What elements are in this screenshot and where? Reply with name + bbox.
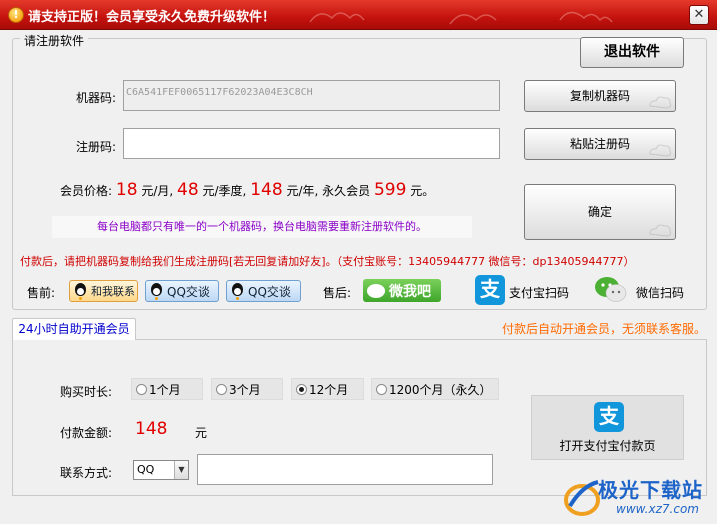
contact-method-label: 联系方式:	[60, 466, 113, 480]
qq-chat-button-2[interactable]: QQ交谈	[226, 280, 301, 302]
registration-code-label: 注册码:	[76, 140, 117, 154]
cloud-pattern-icon	[309, 11, 613, 25]
chevron-down-icon[interactable]: ▼	[174, 461, 188, 479]
amount-value: 148	[135, 419, 168, 439]
wechat-icon	[595, 277, 627, 302]
watermark-url: www.xz7.com	[616, 502, 699, 516]
radio-dot-selected	[296, 383, 307, 395]
contact-us-label: 和我联系	[91, 285, 135, 298]
price-quarter: 48	[177, 180, 199, 200]
tab-auto-open[interactable]: 24小时自助开通会员	[12, 318, 136, 340]
window-title: 请支持正版！会员享受永久免费升级软件！	[28, 10, 276, 25]
amount-label: 付款金额:	[60, 426, 113, 440]
qq-penguin-icon	[73, 283, 88, 299]
qq-chat-button-1[interactable]: QQ交谈	[145, 280, 219, 302]
radio-1200-month[interactable]: 1200个月（永久）	[371, 378, 499, 400]
radio-3-month[interactable]: 3个月	[211, 378, 283, 400]
duration-label: 购买时长:	[60, 385, 113, 399]
warning-icon: !	[8, 7, 24, 23]
aftersale-label: 售后:	[323, 286, 352, 300]
machine-code-label: 机器码:	[76, 91, 117, 105]
auto-open-note: 付款后自动开通会员，无须联系客服。	[502, 322, 707, 336]
radio-dot	[216, 383, 227, 395]
payment-instruction: 付款后，请把机器码复制给我们生成注册码[若无回复请加好友]。（支付宝账号：134…	[20, 255, 635, 268]
open-alipay-button[interactable]: 支 打开支付宝付款页	[531, 395, 684, 460]
confirm-label: 确定	[587, 205, 612, 219]
price-forever: 599	[373, 180, 407, 200]
wechat-icon	[367, 283, 385, 298]
contact-input[interactable]	[197, 454, 493, 485]
cloud-icon	[649, 144, 672, 157]
wechat-me-button[interactable]: 微我吧	[363, 279, 441, 302]
price-row: 会员价格: 18 元/月, 48 元/季度, 148 元/年, 永久会员 599…	[60, 180, 434, 200]
qq-chat-label-1: QQ交谈	[167, 284, 210, 299]
radio-3-month-label: 3个月	[229, 382, 261, 397]
qq-chat-label-2: QQ交谈	[248, 284, 291, 299]
price-year: 148	[250, 180, 283, 200]
wechat-me-label: 微我吧	[389, 283, 431, 300]
radio-1-month[interactable]: 1个月	[131, 378, 203, 400]
radio-dot	[376, 383, 387, 395]
register-group-title: 请注册软件	[20, 32, 89, 49]
register-group	[12, 38, 707, 310]
cloud-icon	[649, 224, 672, 237]
confirm-button[interactable]: 确定	[524, 184, 676, 240]
copy-machine-code-label: 复制机器码	[569, 89, 630, 103]
price-label: 会员价格:	[60, 184, 113, 198]
radio-12-month[interactable]: 12个月	[291, 378, 364, 400]
open-alipay-label: 打开支付宝付款页	[559, 439, 656, 453]
unit-quarter: 元/季度,	[202, 184, 247, 198]
alipay-scan-label[interactable]: 支付宝扫码	[509, 284, 569, 301]
qq-penguin-icon	[149, 283, 164, 299]
radio-1-month-label: 1个月	[149, 382, 181, 397]
unit-month: 元/月,	[141, 184, 174, 198]
radio-1200-month-label: 1200个月（永久）	[389, 382, 492, 397]
unit-year: 元/年, 永久会员	[286, 184, 371, 198]
contact-us-button[interactable]: 和我联系	[69, 280, 138, 302]
close-button[interactable]: ✕	[689, 5, 709, 25]
qq-penguin-icon	[230, 283, 245, 299]
alipay-icon: 支	[594, 402, 624, 432]
contact-type-select[interactable]: QQ ▼	[133, 460, 189, 480]
presale-label: 售前:	[27, 286, 56, 300]
watermark-name: 极光下载站	[598, 478, 703, 502]
paste-registration-code-label: 粘贴注册码	[569, 137, 630, 151]
registration-code-input[interactable]	[123, 128, 500, 159]
contact-type-value: QQ	[137, 463, 155, 476]
cloud-icon	[649, 96, 672, 109]
radio-12-month-label: 12个月	[309, 382, 349, 397]
exit-button[interactable]: 退出软件	[580, 37, 684, 68]
unit-forever: 元。	[410, 184, 435, 198]
wechat-scan-label[interactable]: 微信扫码	[636, 284, 684, 301]
copy-machine-code-button[interactable]: 复制机器码	[524, 80, 676, 112]
title-bar: ! 请支持正版！会员享受永久免费升级软件！ ✕	[0, 0, 717, 30]
price-month: 18	[115, 180, 138, 200]
paste-registration-code-button[interactable]: 粘贴注册码	[524, 128, 676, 160]
machine-code-notice: 每台电脑都只有唯一的一个机器码，换台电脑需要重新注册软件的。	[52, 216, 472, 238]
radio-dot	[136, 383, 147, 395]
machine-code-field[interactable]: C6A541FEF0065117F62023A04E3C8CH	[123, 80, 500, 111]
alipay-icon: 支	[475, 275, 505, 305]
amount-unit: 元	[195, 426, 208, 440]
